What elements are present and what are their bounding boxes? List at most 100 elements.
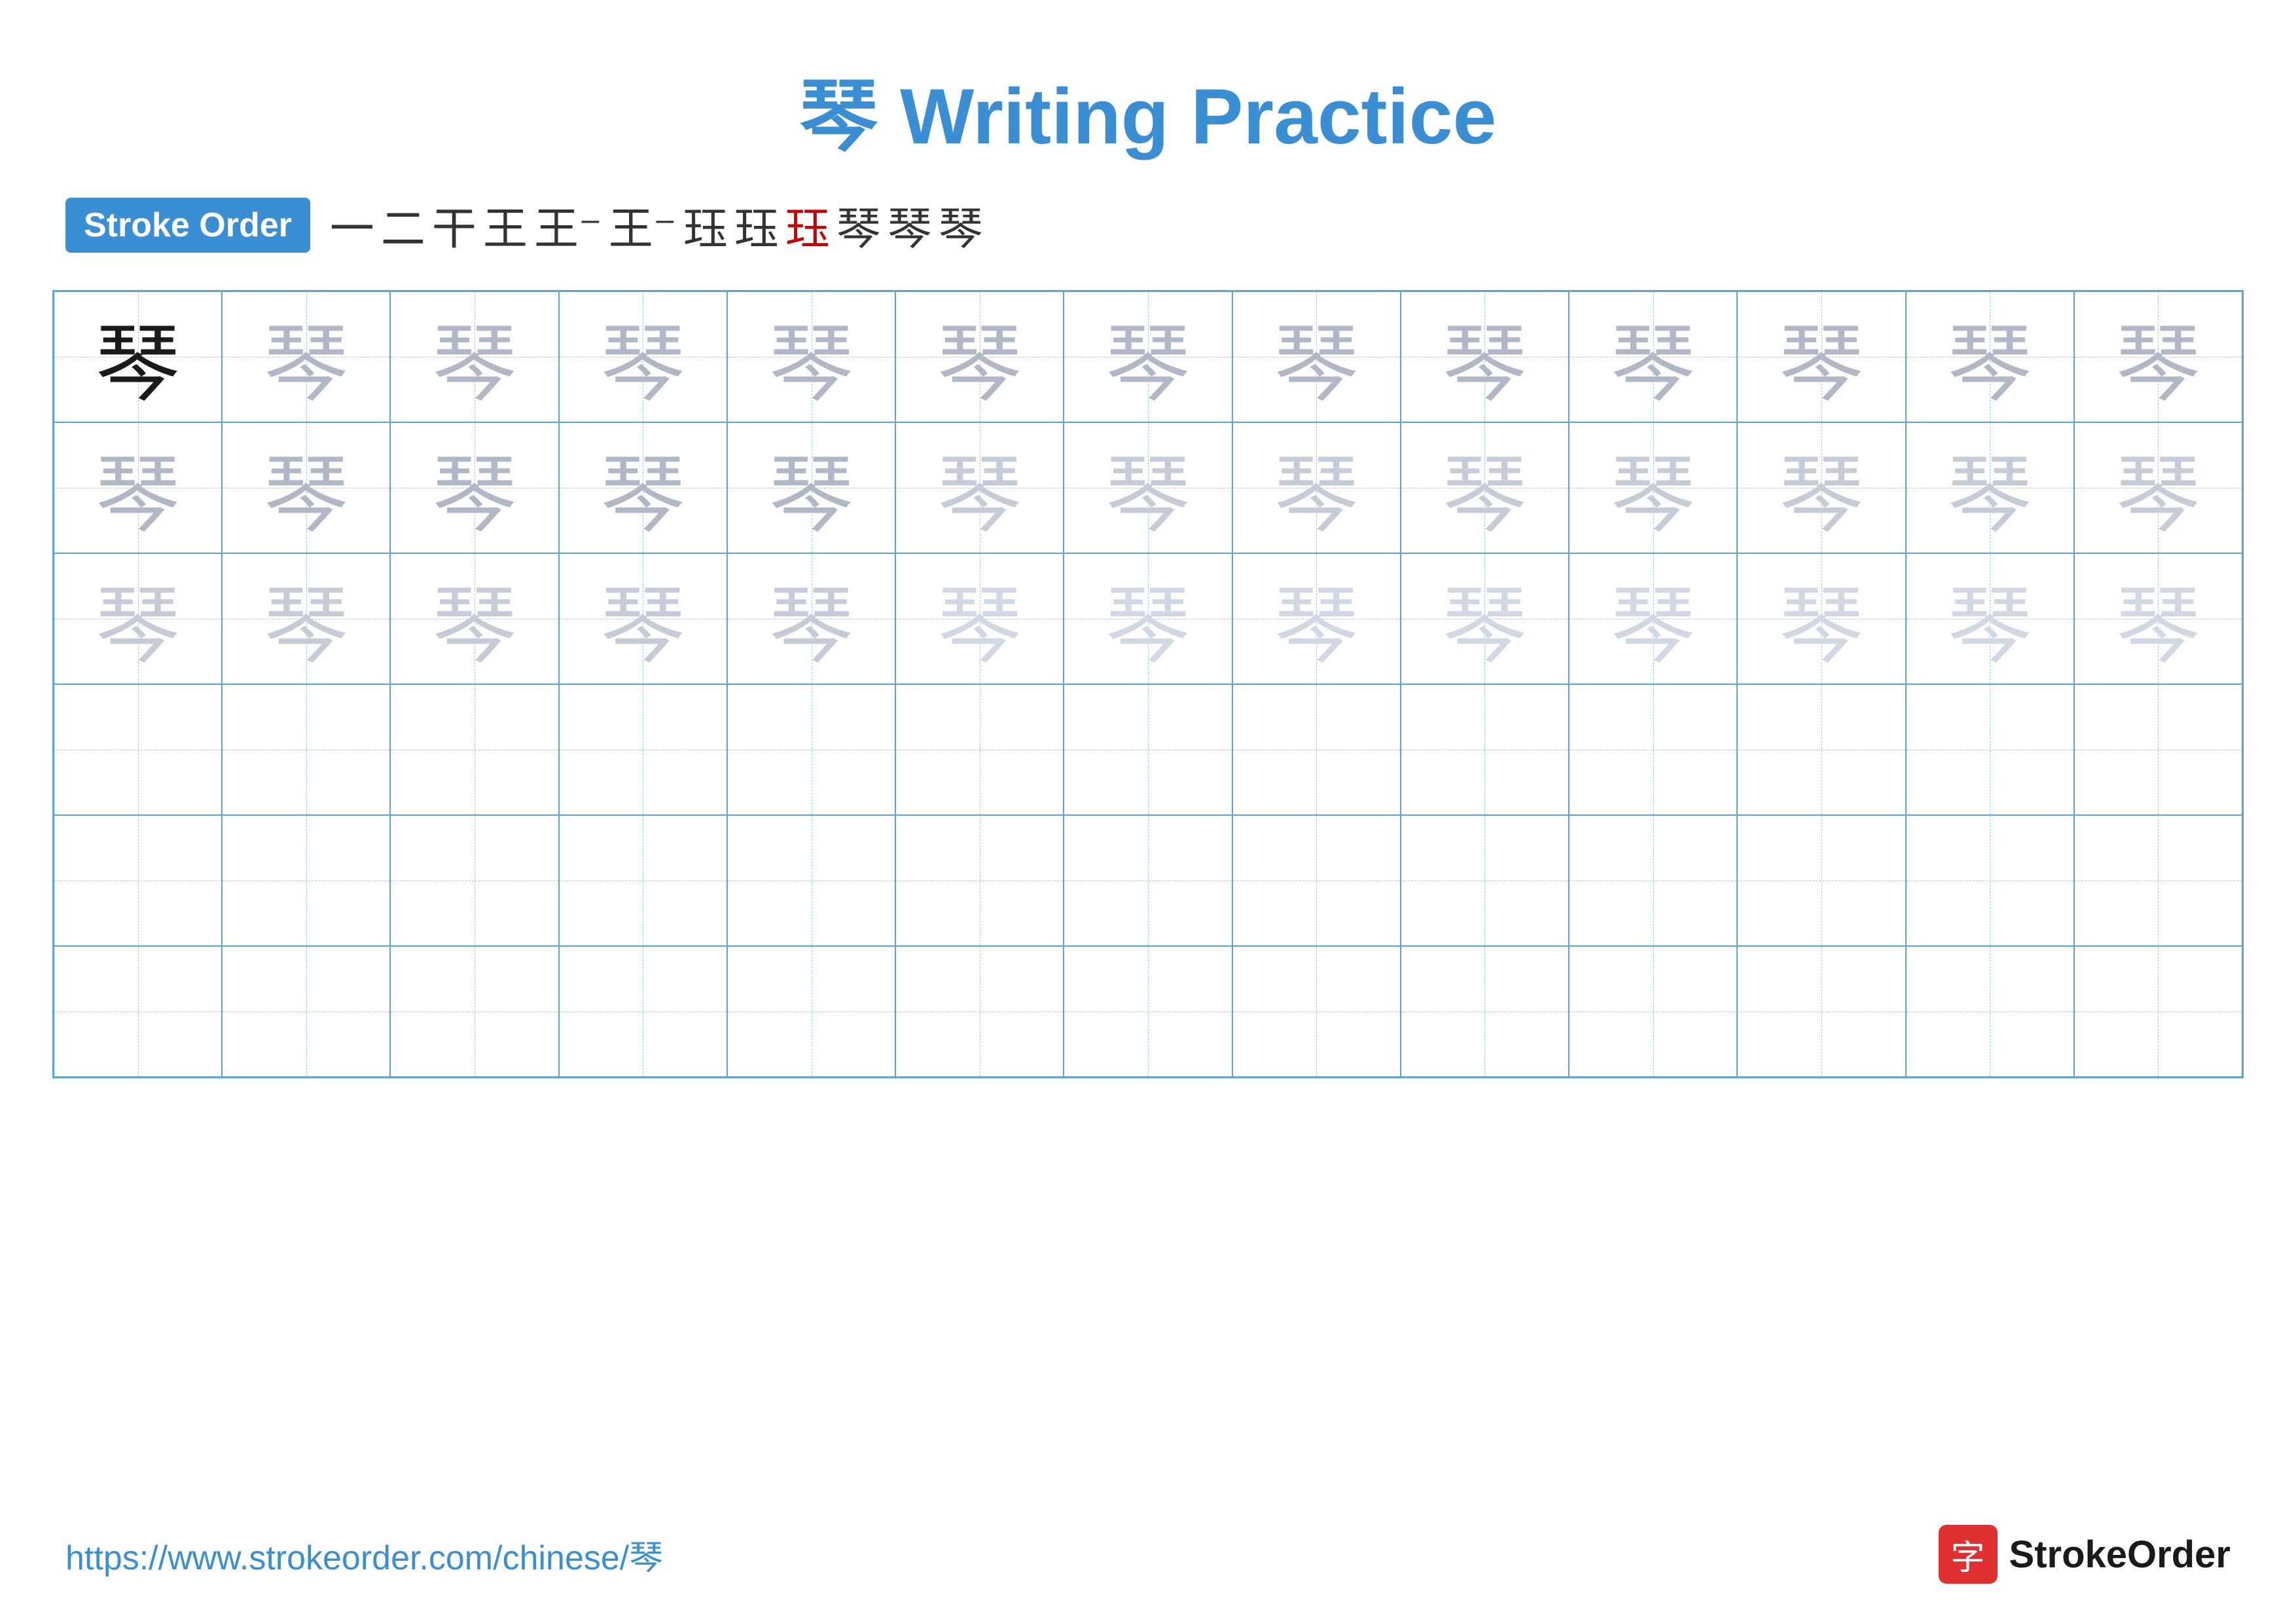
practice-grid: 琴琴琴琴琴琴琴琴琴琴琴琴琴琴琴琴琴琴琴琴琴琴琴琴琴琴琴琴琴琴琴琴琴琴琴琴琴琴琴 <box>52 290 2244 1078</box>
grid-cell-1-2[interactable]: 琴 <box>390 422 558 553</box>
grid-cell-5-3[interactable] <box>559 946 727 1077</box>
grid-cell-0-4[interactable]: 琴 <box>727 291 895 422</box>
grid-cell-1-6[interactable]: 琴 <box>1064 422 1232 553</box>
grid-cell-4-1[interactable] <box>222 815 390 946</box>
grid-cell-5-2[interactable] <box>390 946 558 1077</box>
grid-cell-5-5[interactable] <box>895 946 1064 1077</box>
grid-cell-3-3[interactable] <box>559 684 727 815</box>
grid-cell-1-3[interactable]: 琴 <box>559 422 727 553</box>
grid-cell-5-1[interactable] <box>222 946 390 1077</box>
grid-cell-4-0[interactable] <box>54 815 222 946</box>
grid-cell-5-4[interactable] <box>727 946 895 1077</box>
grid-cell-1-5[interactable]: 琴 <box>895 422 1064 553</box>
grid-cell-2-3[interactable]: 琴 <box>559 553 727 684</box>
grid-cell-4-2[interactable] <box>390 815 558 946</box>
grid-cell-0-0[interactable]: 琴 <box>54 291 222 422</box>
grid-cell-1-0[interactable]: 琴 <box>54 422 222 553</box>
grid-cell-0-11[interactable]: 琴 <box>1906 291 2074 422</box>
cell-char-2-10: 琴 <box>1779 557 1864 680</box>
cell-char-1-10: 琴 <box>1779 426 1864 549</box>
grid-cell-3-6[interactable] <box>1064 684 1232 815</box>
grid-cell-3-0[interactable] <box>54 684 222 815</box>
grid-cell-4-3[interactable] <box>559 815 727 946</box>
grid-cell-1-7[interactable]: 琴 <box>1232 422 1401 553</box>
grid-cell-4-6[interactable] <box>1064 815 1232 946</box>
grid-cell-0-12[interactable]: 琴 <box>2074 291 2242 422</box>
grid-cell-3-2[interactable] <box>390 684 558 815</box>
grid-cell-2-12[interactable]: 琴 <box>2074 553 2242 684</box>
grid-cell-0-6[interactable]: 琴 <box>1064 291 1232 422</box>
cell-char-0-7: 琴 <box>1274 295 1359 418</box>
grid-cell-3-11[interactable] <box>1906 684 2074 815</box>
grid-cell-3-10[interactable] <box>1737 684 1905 815</box>
grid-cell-5-9[interactable] <box>1569 946 1737 1077</box>
grid-cell-2-9[interactable]: 琴 <box>1569 553 1737 684</box>
grid-cell-5-7[interactable] <box>1232 946 1401 1077</box>
grid-cell-3-9[interactable] <box>1569 684 1737 815</box>
grid-cell-2-1[interactable]: 琴 <box>222 553 390 684</box>
grid-cell-0-9[interactable]: 琴 <box>1569 291 1737 422</box>
grid-cell-2-11[interactable]: 琴 <box>1906 553 2074 684</box>
grid-cell-0-3[interactable]: 琴 <box>559 291 727 422</box>
grid-cell-3-7[interactable] <box>1232 684 1401 815</box>
cell-char-0-10: 琴 <box>1779 295 1864 418</box>
grid-cell-4-4[interactable] <box>727 815 895 946</box>
grid-cell-0-10[interactable]: 琴 <box>1737 291 1905 422</box>
grid-cell-2-5[interactable]: 琴 <box>895 553 1064 684</box>
grid-cell-0-7[interactable]: 琴 <box>1232 291 1401 422</box>
grid-cell-2-8[interactable]: 琴 <box>1401 553 1569 684</box>
cell-char-2-0: 琴 <box>96 557 181 680</box>
cell-char-1-5: 琴 <box>937 426 1022 549</box>
stroke-step-4: 王⁻ <box>534 192 602 257</box>
grid-cell-5-11[interactable] <box>1906 946 2074 1077</box>
grid-cell-5-6[interactable] <box>1064 946 1232 1077</box>
cell-char-0-0: 琴 <box>96 295 181 418</box>
grid-cell-2-2[interactable]: 琴 <box>390 553 558 684</box>
stroke-step-8: 珏 <box>785 192 830 257</box>
grid-cell-2-7[interactable]: 琴 <box>1232 553 1401 684</box>
cell-char-0-8: 琴 <box>1442 295 1527 418</box>
grid-cell-1-10[interactable]: 琴 <box>1737 422 1905 553</box>
grid-cell-2-10[interactable]: 琴 <box>1737 553 1905 684</box>
grid-cell-3-12[interactable] <box>2074 684 2242 815</box>
cell-char-2-5: 琴 <box>937 557 1022 680</box>
grid-cell-0-5[interactable]: 琴 <box>895 291 1064 422</box>
stroke-step-5: 王⁻ <box>609 192 677 257</box>
cell-char-0-4: 琴 <box>769 295 854 418</box>
grid-cell-5-10[interactable] <box>1737 946 1905 1077</box>
grid-cell-2-0[interactable]: 琴 <box>54 553 222 684</box>
grid-cell-4-12[interactable] <box>2074 815 2242 946</box>
footer: https://www.strokeorder.com/chinese/琴 字 … <box>0 1525 2296 1584</box>
grid-cell-3-8[interactable] <box>1401 684 1569 815</box>
grid-cell-3-5[interactable] <box>895 684 1064 815</box>
grid-cell-5-8[interactable] <box>1401 946 1569 1077</box>
grid-cell-4-11[interactable] <box>1906 815 2074 946</box>
grid-cell-4-7[interactable] <box>1232 815 1401 946</box>
grid-cell-1-4[interactable]: 琴 <box>727 422 895 553</box>
grid-cell-2-6[interactable]: 琴 <box>1064 553 1232 684</box>
grid-cell-3-4[interactable] <box>727 684 895 815</box>
cell-char-2-12: 琴 <box>2115 557 2200 680</box>
cell-char-2-3: 琴 <box>600 557 685 680</box>
cell-char-1-4: 琴 <box>769 426 854 549</box>
grid-cell-2-4[interactable]: 琴 <box>727 553 895 684</box>
grid-cell-4-9[interactable] <box>1569 815 1737 946</box>
stroke-step-6: 珏 <box>683 192 728 257</box>
grid-cell-1-12[interactable]: 琴 <box>2074 422 2242 553</box>
grid-cell-1-9[interactable]: 琴 <box>1569 422 1737 553</box>
grid-cell-4-5[interactable] <box>895 815 1064 946</box>
grid-cell-1-8[interactable]: 琴 <box>1401 422 1569 553</box>
footer-logo-icon: 字 <box>1939 1525 1998 1584</box>
grid-cell-1-11[interactable]: 琴 <box>1906 422 2074 553</box>
grid-cell-1-1[interactable]: 琴 <box>222 422 390 553</box>
grid-cell-0-1[interactable]: 琴 <box>222 291 390 422</box>
grid-cell-4-8[interactable] <box>1401 815 1569 946</box>
grid-cell-3-1[interactable] <box>222 684 390 815</box>
grid-cell-0-8[interactable]: 琴 <box>1401 291 1569 422</box>
grid-cell-5-0[interactable] <box>54 946 222 1077</box>
grid-cell-5-12[interactable] <box>2074 946 2242 1077</box>
grid-cell-0-2[interactable]: 琴 <box>390 291 558 422</box>
cell-char-2-2: 琴 <box>432 557 517 680</box>
grid-cell-4-10[interactable] <box>1737 815 1905 946</box>
stroke-order-badge: Stroke Order <box>65 198 310 253</box>
